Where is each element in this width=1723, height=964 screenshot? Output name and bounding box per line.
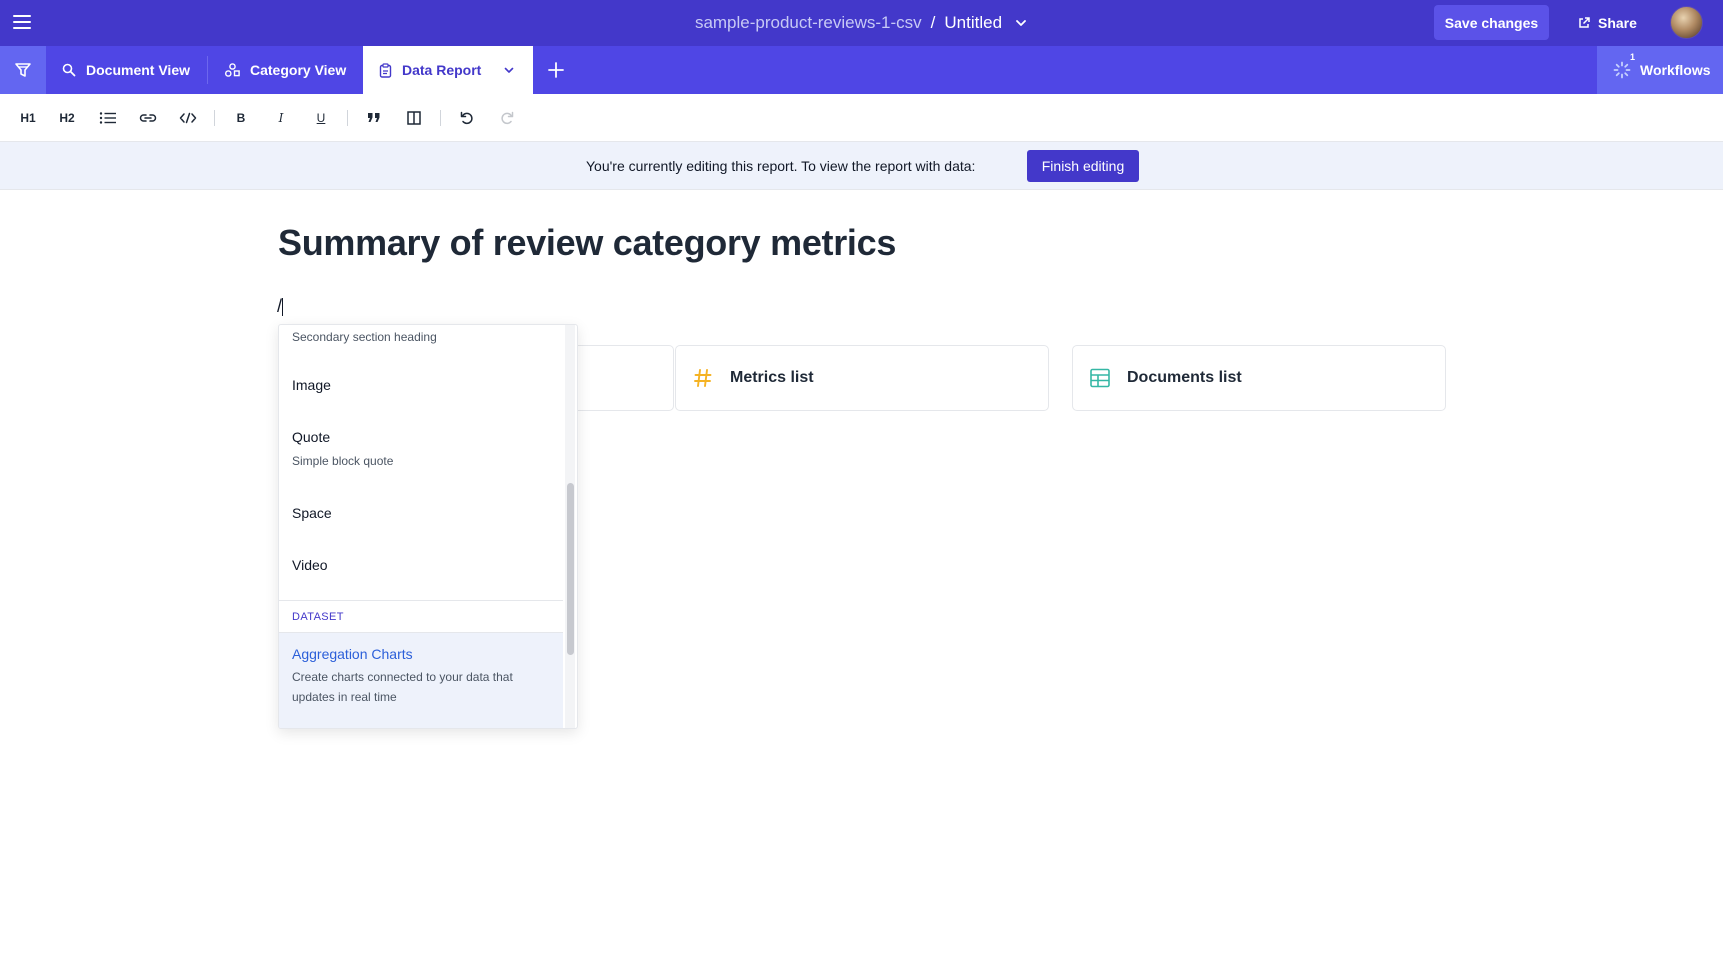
documents-list-card[interactable]: Documents list: [1072, 345, 1446, 411]
tab-data-report-label: Data Report: [402, 62, 482, 78]
hash-icon: [694, 369, 712, 387]
heading2-button[interactable]: H2: [56, 108, 78, 128]
slash-command-menu: Secondary section heading Image Quote Si…: [278, 324, 578, 729]
list-icon: [99, 112, 116, 124]
columns-icon: [407, 111, 421, 125]
menu-item-video[interactable]: Video: [279, 545, 563, 593]
menu-item-space[interactable]: Space: [279, 493, 563, 541]
menu-item-description: updates in real time: [292, 690, 397, 704]
table-icon: [1090, 368, 1110, 388]
metrics-list-label: Metrics list: [730, 369, 814, 386]
quote-button[interactable]: [363, 108, 385, 128]
add-tab-icon[interactable]: [544, 58, 568, 82]
search-docs-icon: [62, 63, 76, 77]
editor-slash-line[interactable]: /: [277, 296, 284, 317]
toolbar-divider: [214, 110, 215, 126]
top-bar: sample-product-reviews-1-csv / Untitled …: [0, 0, 1723, 46]
filter-icon: [15, 63, 31, 77]
undo-button[interactable]: [456, 108, 478, 128]
tab-category-view-label: Category View: [250, 62, 347, 78]
share-label: Share: [1598, 14, 1637, 31]
document-title-breadcrumb[interactable]: Untitled: [944, 13, 1002, 33]
tab-divider: [207, 56, 208, 84]
italic-button[interactable]: I: [270, 108, 292, 128]
menu-scrollbar[interactable]: [567, 483, 574, 655]
toolbar-divider: [347, 110, 348, 126]
editing-banner-text: You're currently editing this report. To…: [586, 158, 976, 174]
code-icon: [179, 112, 197, 124]
chevron-down-icon[interactable]: [1014, 16, 1028, 30]
workflows-badge: 1: [1630, 52, 1636, 62]
documents-list-label: Documents list: [1127, 369, 1242, 386]
menu-icon[interactable]: [12, 12, 32, 32]
redo-button[interactable]: [496, 108, 518, 128]
tab-bar: Document View Category View Data Report …: [0, 46, 1723, 94]
redo-icon: [501, 111, 514, 125]
menu-item-label: Aggregation Charts: [292, 646, 413, 662]
menu-item-description: Create charts connected to your data tha…: [292, 670, 513, 684]
spinner-icon: [1613, 61, 1631, 79]
editing-banner: You're currently editing this report. To…: [0, 142, 1723, 190]
breadcrumb-separator: /: [930, 13, 936, 32]
menu-item-label: Video: [292, 557, 328, 573]
menu-item-description: Secondary section heading: [292, 330, 437, 344]
filter-button[interactable]: [0, 46, 46, 94]
metrics-list-card[interactable]: Metrics list: [675, 345, 1049, 411]
menu-item-aggregation-charts[interactable]: Aggregation Charts Create charts connect…: [279, 633, 563, 728]
breadcrumb-dataset[interactable]: sample-product-reviews-1-csv: [695, 13, 922, 33]
tab-data-report[interactable]: Data Report: [363, 46, 533, 94]
undo-icon: [460, 111, 473, 125]
menu-item-heading2[interactable]: Secondary section heading: [279, 325, 563, 361]
bullet-list-button[interactable]: [97, 108, 119, 128]
code-button[interactable]: [177, 108, 199, 128]
clipboard-icon: [379, 62, 392, 78]
menu-item-label: Space: [292, 505, 332, 521]
underline-button[interactable]: U: [310, 108, 332, 128]
finish-editing-button[interactable]: Finish editing: [1027, 150, 1139, 182]
menu-item-image[interactable]: Image: [279, 365, 563, 413]
workflows-button[interactable]: 1 Workflows: [1597, 46, 1723, 94]
link-icon: [139, 114, 157, 122]
tab-category-view[interactable]: Category View: [225, 46, 346, 94]
heading1-button[interactable]: H1: [17, 108, 39, 128]
menu-item-quote[interactable]: Quote Simple block quote: [279, 417, 563, 489]
menu-item-description: Simple block quote: [292, 454, 394, 468]
menu-section-dataset: DATASET: [279, 600, 563, 633]
bold-button[interactable]: B: [230, 108, 252, 128]
link-button[interactable]: [137, 108, 159, 128]
avatar[interactable]: [1670, 6, 1703, 39]
share-button[interactable]: Share: [1578, 5, 1637, 40]
menu-item-label: Image: [292, 377, 331, 393]
save-changes-button[interactable]: Save changes: [1434, 5, 1549, 40]
tab-document-view-label: Document View: [86, 62, 190, 78]
tab-document-view[interactable]: Document View: [62, 46, 190, 94]
columns-button[interactable]: [403, 108, 425, 128]
editor-toolbar: H1 H2 B I U: [0, 94, 1723, 142]
external-link-icon: [1579, 16, 1590, 28]
toolbar-divider: [440, 110, 441, 126]
chevron-down-icon[interactable]: [503, 64, 515, 76]
page-title[interactable]: Summary of review category metrics: [278, 222, 896, 264]
shapes-icon: [225, 63, 240, 77]
text-cursor: [282, 298, 284, 317]
quote-icon: [368, 113, 380, 122]
workflows-label: Workflows: [1640, 62, 1711, 78]
menu-item-label: Quote: [292, 429, 331, 445]
